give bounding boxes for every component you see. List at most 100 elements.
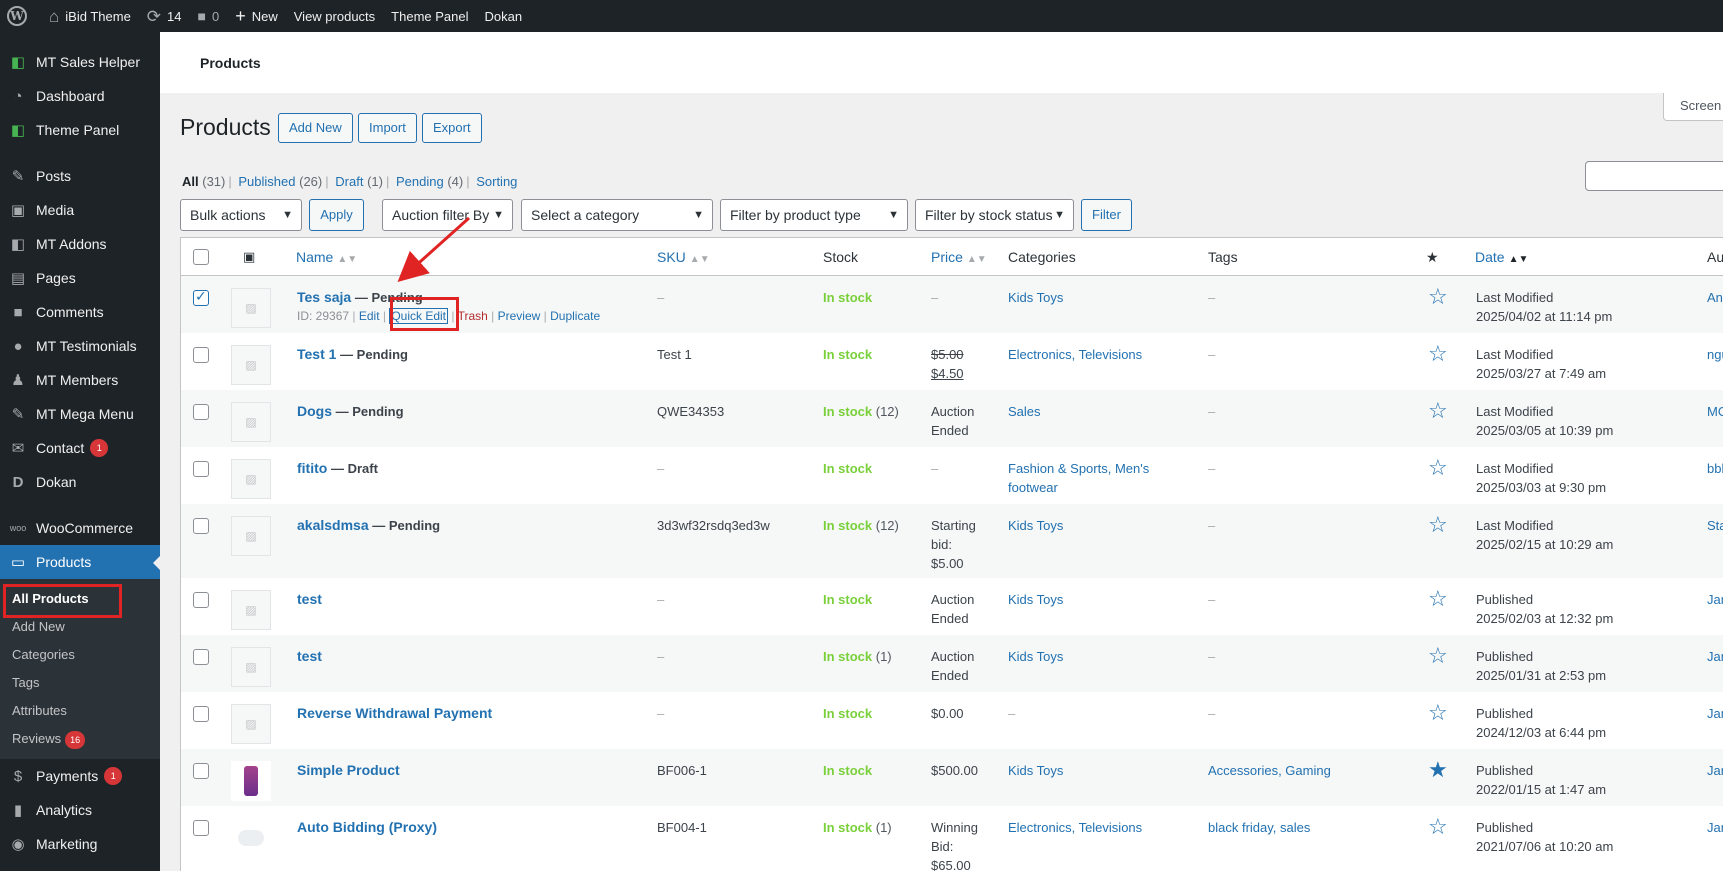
auction-filter-select[interactable]: Auction filter By ▼	[382, 199, 513, 231]
menu-mt-mega-menu[interactable]: ✎ MT Mega Menu	[0, 397, 160, 431]
column-date[interactable]: Date ▲▼	[1475, 249, 1528, 265]
product-name-link[interactable]: Reverse Withdrawal Payment	[297, 705, 492, 721]
category-link[interactable]: Electronics, Televisions	[1008, 347, 1142, 362]
row-checkbox[interactable]	[193, 404, 209, 420]
status-published[interactable]: Published (26)	[238, 174, 322, 189]
menu-mt-sales-helper[interactable]: ◧ MT Sales Helper	[0, 45, 160, 79]
status-draft[interactable]: Draft (1)	[335, 174, 383, 189]
author-link[interactable]: ngu	[1707, 347, 1723, 362]
wp-logo-menu[interactable]: W	[0, 0, 35, 32]
tag-link[interactable]: –	[1208, 290, 1215, 305]
menu-contact[interactable]: ✉ Contact 1	[0, 431, 160, 465]
featured-star-filled-icon[interactable]: ★	[1428, 757, 1448, 783]
author-link[interactable]: Any	[1707, 290, 1723, 305]
row-checkbox[interactable]	[193, 347, 209, 363]
menu-dashboard[interactable]: ◔ Dashboard	[0, 79, 160, 113]
bulk-actions-select[interactable]: Bulk actions ▼	[180, 199, 302, 231]
featured-star-icon[interactable]: ☆	[1428, 700, 1448, 726]
product-thumbnail[interactable]: ▨	[231, 590, 271, 630]
product-name-link[interactable]: fitito	[297, 460, 327, 476]
product-type-select[interactable]: Filter by product type ▼	[720, 199, 908, 231]
product-thumbnail[interactable]: ▨	[231, 647, 271, 687]
apply-button[interactable]: Apply	[309, 199, 364, 231]
menu-mt-testimonials[interactable]: ● MT Testimonials	[0, 329, 160, 363]
category-link[interactable]: Kids Toys	[1008, 518, 1063, 533]
product-name-link[interactable]: test	[297, 591, 322, 607]
menu-woocommerce[interactable]: woo WooCommerce	[0, 511, 160, 545]
category-link[interactable]: Sales	[1008, 404, 1041, 419]
select-all-checkbox[interactable]	[193, 249, 209, 265]
product-name-link[interactable]: Tes saja	[297, 289, 351, 305]
tag-link[interactable]: –	[1208, 706, 1215, 721]
featured-star-icon[interactable]: ☆	[1428, 398, 1448, 424]
product-name-link[interactable]: Auto Bidding (Proxy)	[297, 819, 437, 835]
submenu-reviews[interactable]: Reviews 16	[0, 725, 160, 753]
status-pending[interactable]: Pending (4)	[396, 174, 463, 189]
featured-star-icon[interactable]: ☆	[1428, 341, 1448, 367]
import-button[interactable]: Import	[358, 113, 417, 143]
menu-marketing[interactable]: ◉ Marketing	[0, 827, 160, 861]
screen-options-tab[interactable]: Screen Options	[1663, 93, 1723, 121]
view-products-link[interactable]: View products	[286, 0, 383, 32]
row-checkbox[interactable]	[193, 649, 209, 665]
author-link[interactable]: MO	[1707, 404, 1723, 419]
menu-comments[interactable]: ■ Comments	[0, 295, 160, 329]
tag-link[interactable]: –	[1208, 461, 1215, 476]
column-sku[interactable]: SKU ▲▼	[657, 249, 710, 265]
tag-link[interactable]: –	[1208, 649, 1215, 664]
submenu-categories[interactable]: Categories	[0, 641, 160, 669]
product-thumbnail[interactable]: ▨	[231, 459, 271, 499]
category-link[interactable]: Kids Toys	[1008, 290, 1063, 305]
product-name-link[interactable]: Test 1	[297, 346, 336, 362]
featured-star-icon[interactable]: ☆	[1428, 586, 1448, 612]
category-link[interactable]: Electronics, Televisions	[1008, 820, 1142, 835]
product-name-link[interactable]: Dogs	[297, 403, 332, 419]
theme-panel-link[interactable]: Theme Panel	[383, 0, 476, 32]
author-link[interactable]: Jan	[1707, 649, 1723, 664]
status-sorting[interactable]: Sorting	[476, 174, 517, 189]
category-link[interactable]: Fashion & Sports, Men's	[1008, 461, 1149, 476]
menu-mt-addons[interactable]: ◧ MT Addons	[0, 227, 160, 261]
author-link[interactable]: Jan	[1707, 592, 1723, 607]
column-name[interactable]: Name ▲▼	[296, 249, 357, 265]
row-checkbox[interactable]	[193, 518, 209, 534]
author-link[interactable]: Jan	[1707, 820, 1723, 835]
submenu-attributes[interactable]: Attributes	[0, 697, 160, 725]
column-price[interactable]: Price ▲▼	[931, 249, 987, 265]
menu-mt-members[interactable]: ♟ MT Members	[0, 363, 160, 397]
featured-star-icon[interactable]: ☆	[1428, 284, 1448, 310]
product-name-link[interactable]: Simple Product	[297, 762, 400, 778]
row-checkbox[interactable]	[193, 288, 209, 306]
product-name-link[interactable]: test	[297, 648, 322, 664]
filter-button[interactable]: Filter	[1081, 199, 1132, 231]
product-thumbnail[interactable]: ▨	[231, 704, 271, 744]
category-link[interactable]: Kids Toys	[1008, 649, 1063, 664]
menu-theme-panel[interactable]: ◧ Theme Panel	[0, 113, 160, 147]
status-all[interactable]: All (31)	[182, 174, 225, 189]
submenu-tags[interactable]: Tags	[0, 669, 160, 697]
featured-column-star-icon[interactable]: ★	[1426, 249, 1439, 266]
row-checkbox[interactable]	[193, 461, 209, 477]
product-thumbnail[interactable]	[231, 818, 271, 858]
category-link[interactable]: –	[1008, 706, 1015, 721]
menu-dokan[interactable]: D Dokan	[0, 465, 160, 499]
row-checkbox[interactable]	[193, 592, 209, 608]
updates-menu[interactable]: ⟳ 14	[139, 0, 190, 32]
site-name-menu[interactable]: ⌂ iBid Theme	[35, 0, 139, 32]
menu-analytics[interactable]: ▮ Analytics	[0, 793, 160, 827]
menu-media[interactable]: ▣ Media	[0, 193, 160, 227]
product-thumbnail[interactable]: ▨	[231, 288, 271, 328]
menu-products[interactable]: ▭ Products	[0, 545, 161, 579]
menu-pages[interactable]: ▤ Pages	[0, 261, 160, 295]
product-thumbnail[interactable]: ▨	[231, 516, 271, 556]
featured-star-icon[interactable]: ☆	[1428, 643, 1448, 669]
category-select[interactable]: Select a category ▼	[521, 199, 713, 231]
featured-star-icon[interactable]: ☆	[1428, 512, 1448, 538]
duplicate-link[interactable]: Duplicate	[550, 309, 600, 323]
menu-payments[interactable]: $ Payments 1	[0, 759, 160, 793]
category-link[interactable]: footwear	[1008, 480, 1058, 495]
category-link[interactable]: Kids Toys	[1008, 592, 1063, 607]
edit-link[interactable]: Edit	[359, 309, 380, 323]
tag-link[interactable]: –	[1208, 347, 1215, 362]
featured-star-icon[interactable]: ☆	[1428, 814, 1448, 840]
